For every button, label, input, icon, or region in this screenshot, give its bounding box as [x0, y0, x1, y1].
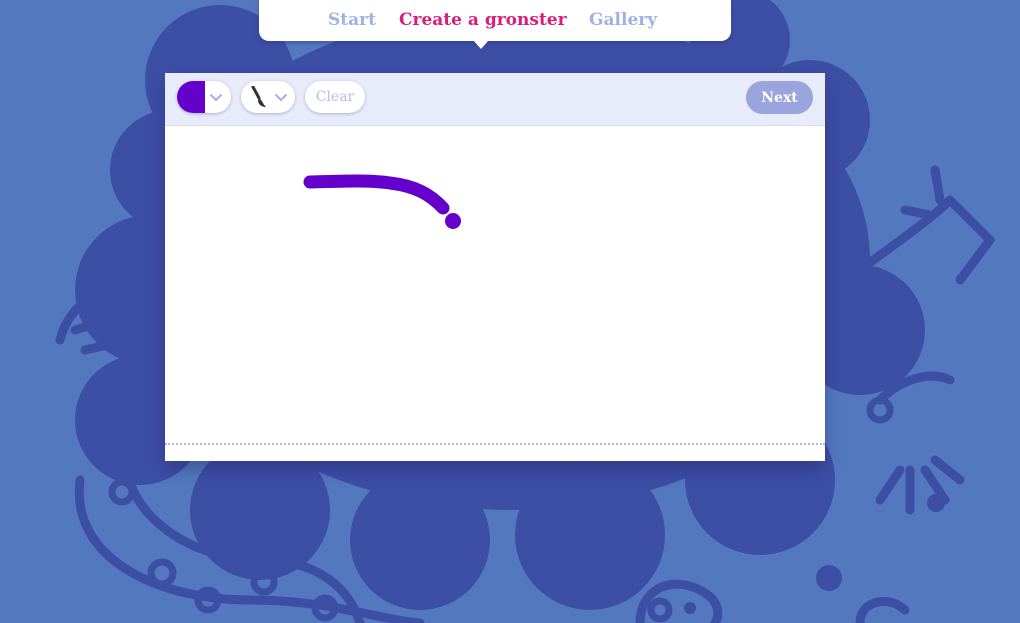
nav-item-gallery[interactable]: Gallery [589, 10, 657, 30]
chevron-down-icon [210, 94, 222, 102]
drawing-panel: Clear Next [165, 73, 825, 461]
nav-item-start[interactable]: Start [328, 10, 376, 30]
clear-button[interactable]: Clear [305, 81, 365, 113]
nav-item-create-a-gronster[interactable]: Create a gronster [399, 10, 567, 30]
color-swatch [177, 81, 205, 113]
top-navigation: Start Create a gronster Gallery [259, 0, 731, 41]
drawing-toolbar: Clear Next [165, 73, 825, 126]
brush-icon [251, 86, 266, 107]
chevron-down-icon [275, 94, 287, 102]
brush-cursor [445, 213, 461, 229]
brush-picker-button[interactable] [241, 81, 295, 113]
color-picker-button[interactable] [177, 81, 231, 113]
drawn-stroke [303, 174, 450, 215]
nav-pointer [473, 40, 489, 49]
next-button[interactable]: Next [746, 81, 813, 114]
ground-guide-line [165, 443, 825, 445]
drawing-canvas[interactable] [165, 126, 825, 461]
